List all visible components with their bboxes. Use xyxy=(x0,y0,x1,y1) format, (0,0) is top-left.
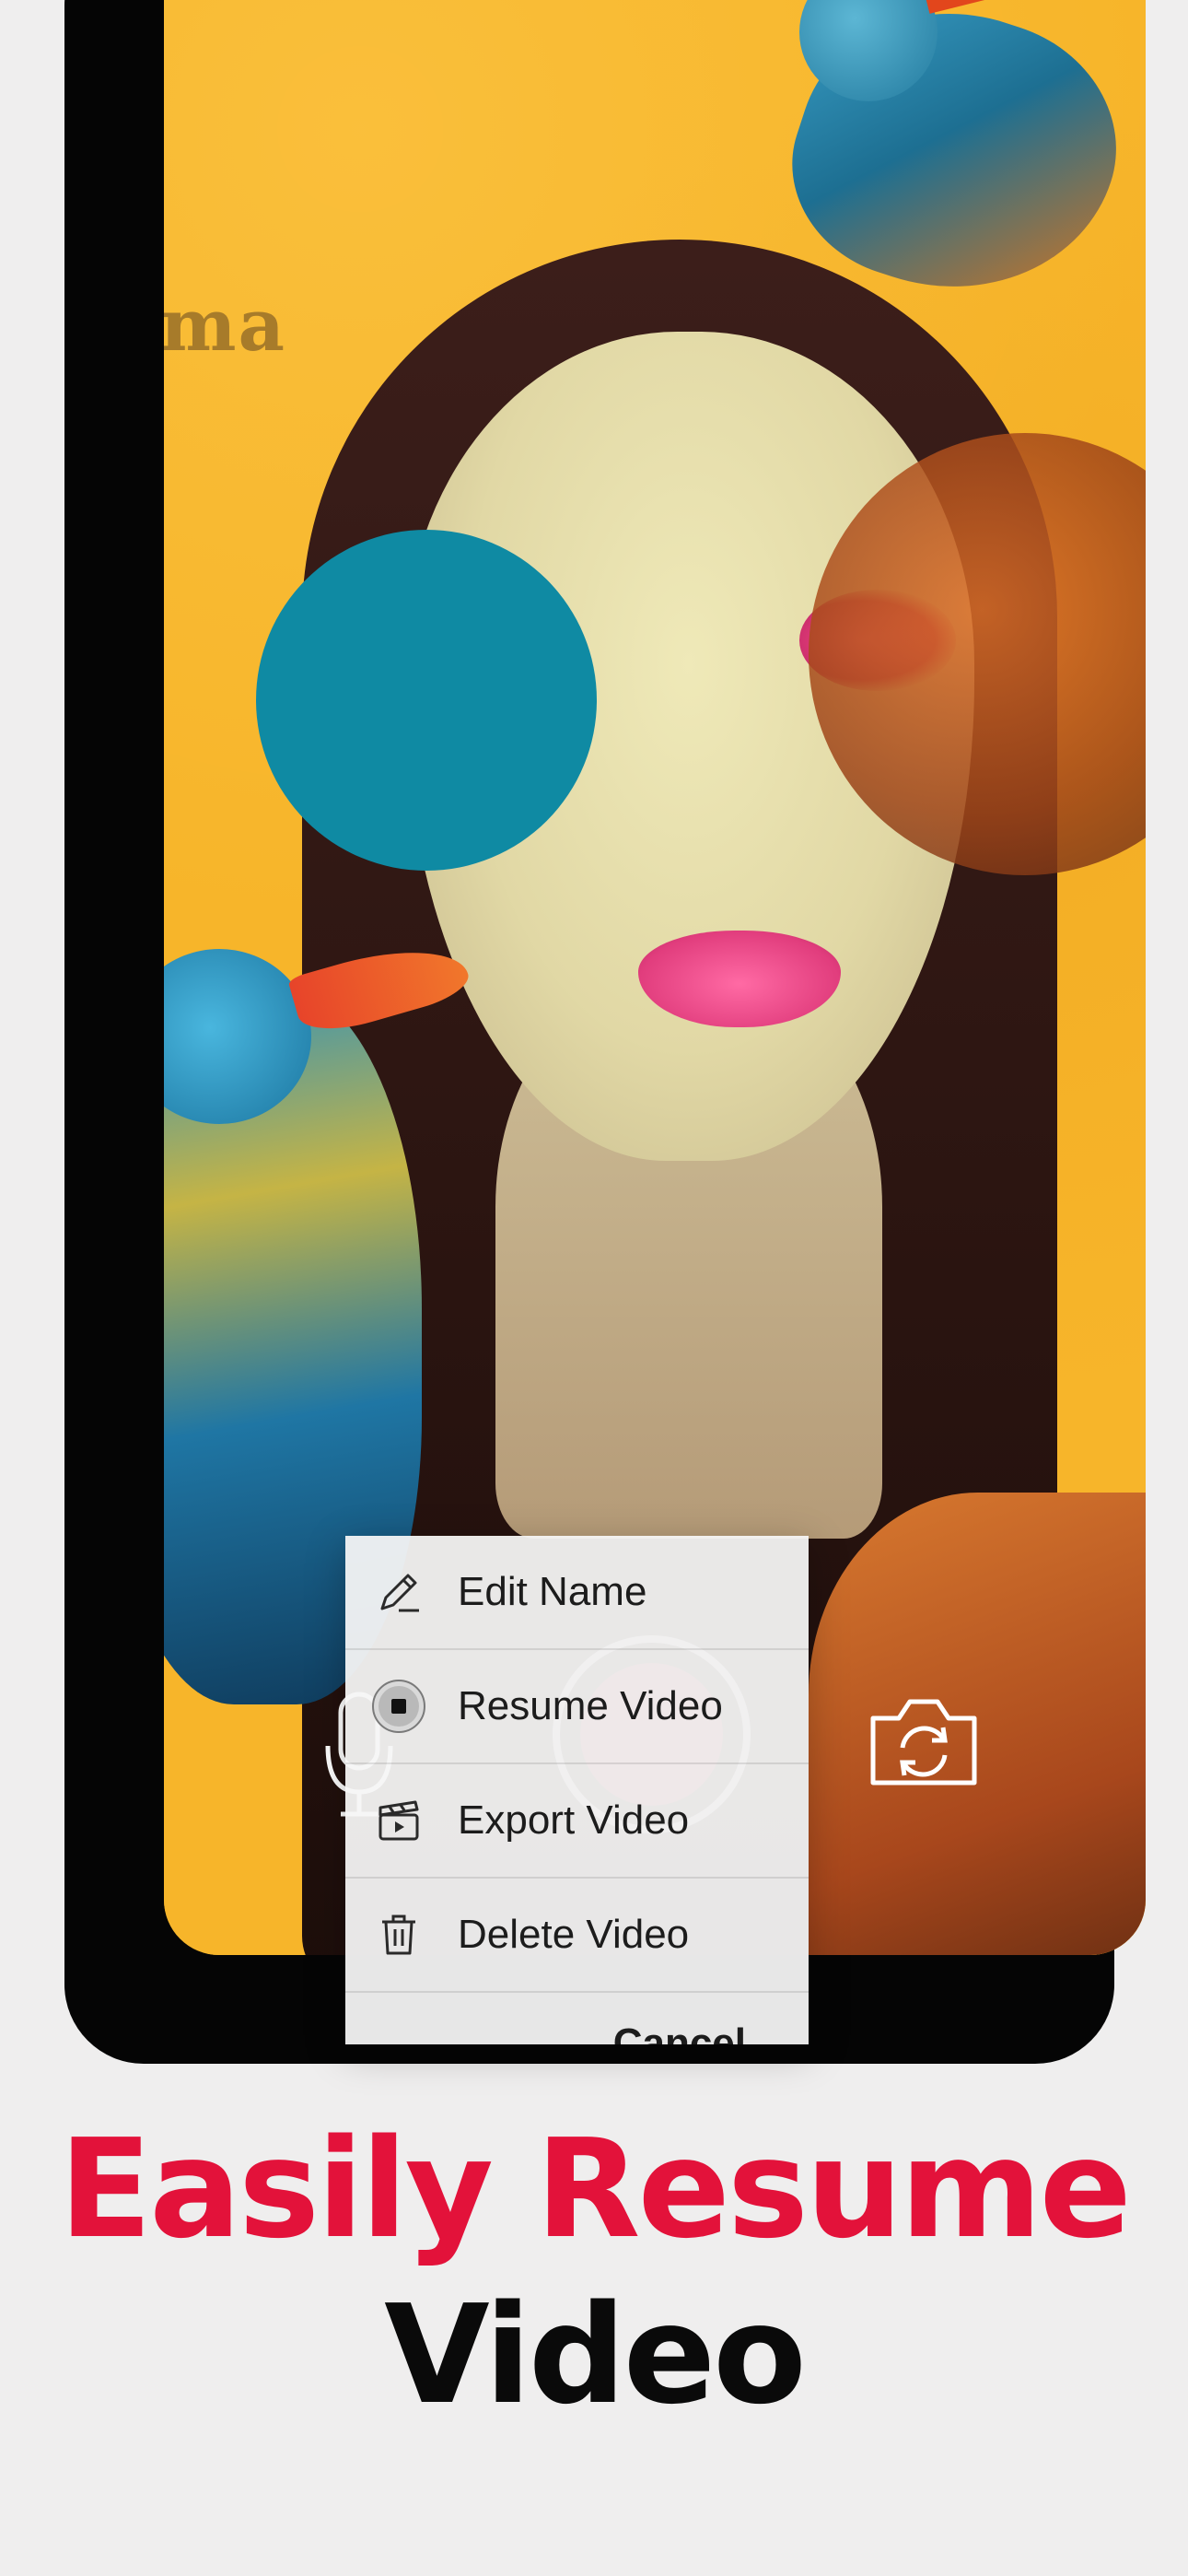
menu-item-export-video[interactable]: Export Video xyxy=(345,1764,809,1879)
menu-item-label: Resume Video xyxy=(458,1683,723,1728)
headline-line-1: Easily Resume xyxy=(59,2110,1132,2268)
artwork-teal-circle xyxy=(256,530,597,871)
menu-item-delete-video[interactable]: Delete Video xyxy=(345,1879,809,1993)
cancel-button[interactable]: Cancel xyxy=(345,1993,809,2044)
menu-item-edit-name[interactable]: Edit Name xyxy=(345,1536,809,1650)
menu-item-resume-video[interactable]: Resume Video xyxy=(345,1650,809,1764)
resume-record-icon xyxy=(371,1679,426,1734)
headline-line-2: Video xyxy=(384,2276,807,2434)
menu-item-label: Edit Name xyxy=(458,1569,647,1614)
clapperboard-icon xyxy=(371,1793,426,1848)
camera-flip-icon[interactable] xyxy=(864,1691,984,1792)
trash-icon xyxy=(371,1907,426,1962)
menu-item-label: Export Video xyxy=(458,1797,690,1843)
video-context-menu: Edit Name Resume Video Export Video Dele… xyxy=(345,1536,809,2044)
cancel-label: Cancel xyxy=(612,2020,746,2044)
menu-item-label: Delete Video xyxy=(458,1912,690,1957)
pencil-icon xyxy=(371,1564,426,1620)
artwork-text-fragment: ma xyxy=(164,284,287,368)
